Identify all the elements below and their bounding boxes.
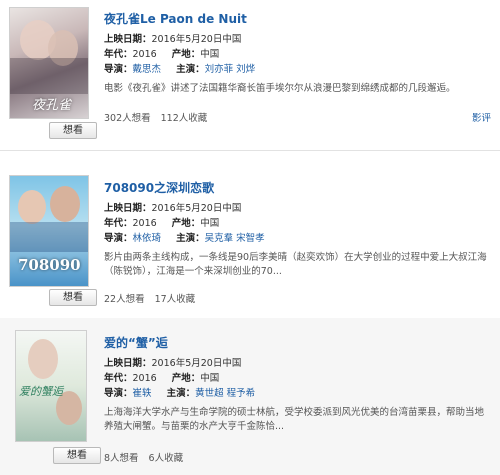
want-to-watch-button[interactable]: 想看 xyxy=(49,289,97,306)
want-to-watch-button[interactable]: 想看 xyxy=(49,122,97,139)
region-value: 中国 xyxy=(200,218,220,229)
director-link[interactable]: 林依琦 xyxy=(133,233,162,244)
want-count: 22人想看 xyxy=(104,294,145,305)
divider xyxy=(0,150,500,151)
director-link[interactable]: 崔轶 xyxy=(133,388,152,399)
movie-title[interactable]: 夜孔雀Le Paon de Nuit xyxy=(104,10,247,27)
cast-label: 主演： xyxy=(176,233,205,244)
year-value: 2016 xyxy=(132,373,157,384)
year-region-row: 年代：2016 产地：中国 xyxy=(104,46,219,60)
region-value: 中国 xyxy=(200,373,220,384)
release-date-row: 上映日期：2016年5月20日中国 xyxy=(104,31,241,45)
year-label: 年代： xyxy=(104,218,133,229)
want-count: 8人想看 xyxy=(104,453,139,464)
region-value: 中国 xyxy=(200,49,220,60)
cast-link[interactable]: 吴克羣 xyxy=(205,233,234,244)
cast-link[interactable]: 黄世超 xyxy=(195,388,224,399)
review-link[interactable]: 影评 xyxy=(472,110,491,124)
release-date-label: 上映日期： xyxy=(104,358,152,369)
movie-description: 电影《夜孔雀》讲述了法国籍华裔长笛手埃尔尔从浪漫巴黎到绵绣成都的几段邂逅。 xyxy=(104,83,456,94)
release-date-label: 上映日期： xyxy=(104,203,152,214)
poster-title-text: 夜孔雀 xyxy=(32,98,72,113)
year-region-row: 年代：2016 产地：中国 xyxy=(104,215,219,229)
cast-link[interactable]: 刘亦菲 xyxy=(205,64,234,75)
movie-title[interactable]: 爱的“蟹”逅 xyxy=(104,334,168,351)
release-date-row: 上映日期：2016年5月20日中国 xyxy=(104,355,241,369)
movie-stats: 302人想看 112人收藏 xyxy=(104,110,207,124)
cast-link[interactable]: 宋智孝 xyxy=(236,233,265,244)
want-count: 302人想看 xyxy=(104,113,151,124)
poster-title-text: 爱的蟹逅 xyxy=(19,385,63,398)
year-label: 年代： xyxy=(104,373,133,384)
movie-poster[interactable]: 夜孔雀 xyxy=(9,7,89,119)
release-date-value: 2016年5月20日中国 xyxy=(151,358,242,369)
movie-card-1: 夜孔雀 想看 夜孔雀Le Paon de Nuit 上映日期：2016年5月20… xyxy=(0,0,500,150)
want-to-watch-button[interactable]: 想看 xyxy=(53,447,101,464)
region-label: 产地： xyxy=(171,373,201,384)
favorite-count: 6人收藏 xyxy=(148,453,184,464)
favorite-count: 112人收藏 xyxy=(160,113,208,124)
year-value: 2016 xyxy=(132,49,157,60)
release-date-label: 上映日期： xyxy=(104,34,152,45)
year-value: 2016 xyxy=(132,218,157,229)
cast-link[interactable]: 刘烨 xyxy=(236,64,255,75)
release-date-value: 2016年5月20日中国 xyxy=(151,34,242,45)
movie-title[interactable]: 708090之深圳恋歌 xyxy=(104,179,214,196)
movie-card-3: 爱的蟹逅 想看 爱的“蟹”逅 上映日期：2016年5月20日中国 年代：2016… xyxy=(0,318,500,475)
movie-poster[interactable]: 爱的蟹逅 xyxy=(15,330,87,442)
year-label: 年代： xyxy=(104,49,133,60)
region-label: 产地： xyxy=(171,218,201,229)
credits-row: 导演：崔轶 主演：黄世超 程予希 xyxy=(104,385,255,399)
movie-stats: 8人想看 6人收藏 xyxy=(104,450,183,464)
favorite-count: 17人收藏 xyxy=(154,294,196,305)
cast-link[interactable]: 程予希 xyxy=(227,388,256,399)
movie-card-2: 708090 想看 708090之深圳恋歌 上映日期：2016年5月20日中国 … xyxy=(0,163,500,308)
cast-label: 主演： xyxy=(166,388,196,399)
director-label: 导演： xyxy=(104,64,133,75)
poster-title-text: 708090 xyxy=(18,256,81,274)
region-label: 产地： xyxy=(171,49,201,60)
cast-label: 主演： xyxy=(176,64,205,75)
movie-description: 上海海洋大学水产与生命学院的硕士林航，受学校委派到风光优美的台湾苗栗县，帮助当地… xyxy=(104,407,485,432)
credits-row: 导演：戴思杰 主演：刘亦菲 刘烨 xyxy=(104,61,255,75)
release-date-value: 2016年5月20日中国 xyxy=(151,203,242,214)
movie-description: 影片由两条主线构成，一条线是90后李美晴（赵奕欢饰）在大学创业的过程中爱上大叔江… xyxy=(104,252,487,277)
director-label: 导演： xyxy=(104,388,133,399)
movie-stats: 22人想看 17人收藏 xyxy=(104,291,195,305)
movie-poster[interactable]: 708090 xyxy=(9,175,89,287)
release-date-row: 上映日期：2016年5月20日中国 xyxy=(104,200,241,214)
year-region-row: 年代：2016 产地：中国 xyxy=(104,370,219,384)
credits-row: 导演：林依琦 主演：吴克羣 宋智孝 xyxy=(104,230,265,244)
director-label: 导演： xyxy=(104,233,133,244)
director-link[interactable]: 戴思杰 xyxy=(133,64,162,75)
